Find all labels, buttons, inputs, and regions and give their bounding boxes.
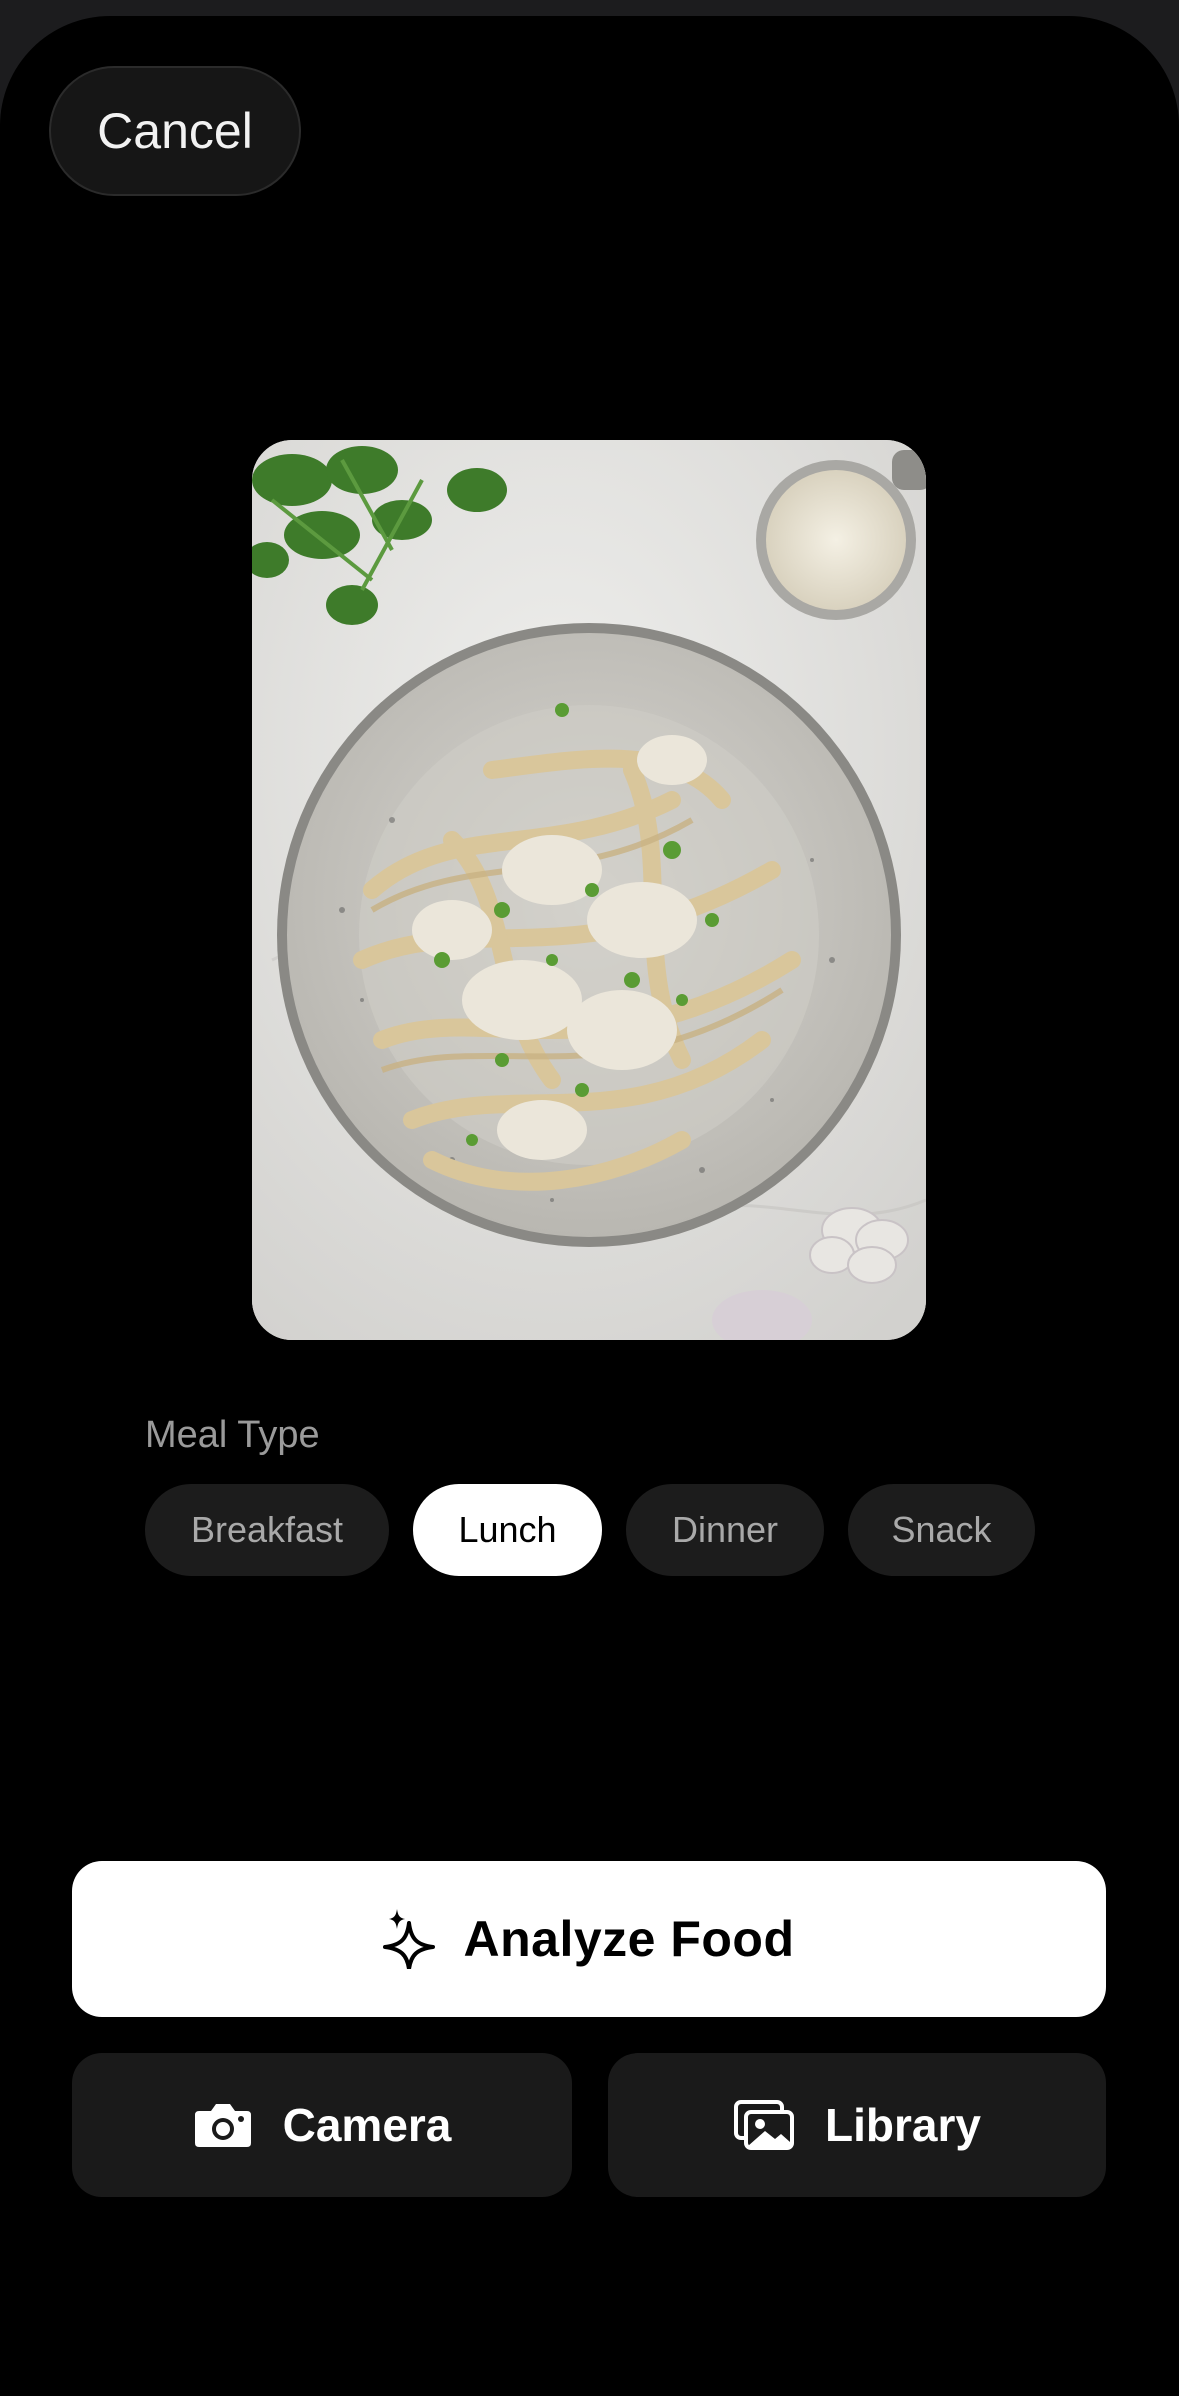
meal-type-dinner-chip[interactable]: Dinner xyxy=(626,1484,824,1576)
meal-type-lunch-chip[interactable]: Lunch xyxy=(413,1484,602,1576)
analyze-food-button[interactable]: Analyze Food xyxy=(72,1861,1106,2017)
food-photo xyxy=(252,440,926,1340)
library-button[interactable]: Library xyxy=(608,2053,1106,2197)
camera-button[interactable]: Camera xyxy=(72,2053,572,2197)
camera-icon xyxy=(193,2101,253,2149)
camera-label: Camera xyxy=(282,2099,452,2151)
sparkle-icon xyxy=(383,1909,436,1969)
library-label: Library xyxy=(825,2099,981,2151)
meal-type-breakfast-chip[interactable]: Breakfast xyxy=(145,1484,389,1576)
meal-type-snack-chip[interactable]: Snack xyxy=(848,1484,1035,1576)
analyze-food-label: Analyze Food xyxy=(463,1911,795,1967)
capture-sheet: Cancel Meal Type Breakfast Lunch Dinner … xyxy=(0,16,1179,2396)
cancel-button[interactable]: Cancel xyxy=(49,66,301,196)
meal-type-label: Meal Type xyxy=(145,1414,320,1456)
photo-library-icon xyxy=(733,2099,795,2151)
